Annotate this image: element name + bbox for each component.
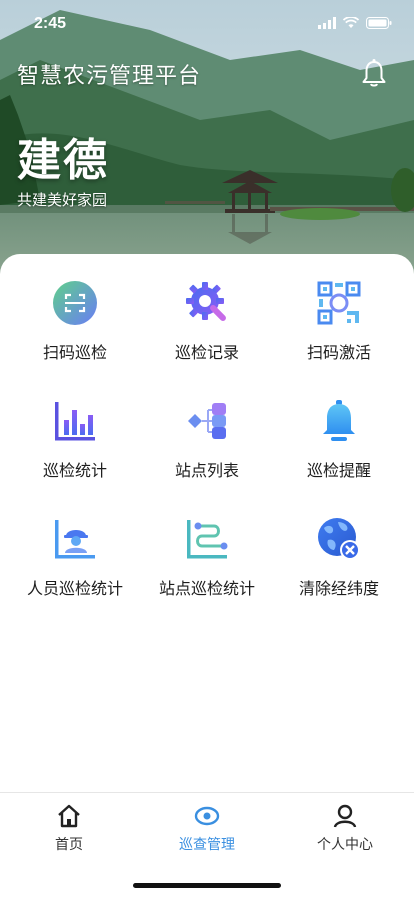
menu-item-inspect-reminder[interactable]: 巡检提醒	[270, 398, 408, 498]
menu-item-label: 巡检提醒	[306, 461, 371, 480]
signal-icon	[318, 17, 336, 29]
tab-profile[interactable]: 个人中心	[276, 793, 414, 863]
battery-icon	[366, 17, 392, 29]
menu-item-site-list[interactable]: 站点列表	[138, 398, 276, 498]
menu-item-clear-coordinates[interactable]: 清除经纬度	[270, 516, 408, 616]
gear-wrench-icon	[186, 282, 226, 321]
eye-icon	[194, 806, 220, 826]
city-name: 建德	[17, 135, 109, 186]
tab-inspection-management[interactable]: 巡查管理	[138, 793, 276, 863]
user-icon	[333, 804, 357, 828]
bar-chart-icon	[55, 402, 95, 441]
qr-code-icon	[317, 281, 361, 325]
menu-item-scan-inspect[interactable]: 扫码巡检	[6, 280, 144, 380]
tab-label: 个人中心	[317, 837, 373, 853]
worker-chart-icon	[55, 520, 95, 559]
notification-bell-icon[interactable]	[361, 58, 387, 88]
flow-list-icon	[188, 403, 226, 439]
menu-item-label: 巡检统计	[42, 461, 107, 480]
menu-item-inspect-records[interactable]: 巡检记录	[138, 280, 276, 380]
globe-clear-icon	[318, 518, 360, 560]
menu-item-scan-activate[interactable]: 扫码激活	[270, 280, 408, 380]
status-icons	[318, 17, 392, 29]
home-icon	[58, 804, 80, 828]
route-chart-icon	[187, 520, 228, 559]
app-title: 智慧农污管理平台	[17, 64, 202, 89]
scan-code-icon	[53, 281, 97, 325]
home-indicator	[133, 883, 281, 888]
status-time: 2:45	[34, 15, 67, 32]
menu-item-label: 巡检记录	[174, 343, 239, 362]
tab-home[interactable]: 首页	[0, 793, 138, 863]
tab-label: 首页	[55, 837, 83, 853]
bell-icon	[323, 400, 355, 441]
status-bar: 2:45	[0, 0, 414, 44]
city-slogan: 共建美好家园	[17, 191, 108, 209]
menu-item-label: 扫码巡检	[42, 343, 107, 362]
menu-item-site-inspect-stats[interactable]: 站点巡检统计	[138, 516, 276, 616]
tab-label: 巡查管理	[179, 837, 235, 853]
menu-item-inspect-stats[interactable]: 巡检统计	[6, 398, 144, 498]
menu-item-staff-inspect-stats[interactable]: 人员巡检统计	[6, 516, 144, 616]
bottom-tab-bar: 首页 巡查管理 个人中心	[0, 792, 414, 897]
menu-item-label: 站点巡检统计	[158, 579, 255, 598]
wifi-icon	[343, 17, 359, 28]
menu-item-label: 扫码激活	[306, 343, 371, 362]
menu-item-label: 站点列表	[174, 461, 239, 480]
menu-item-label: 清除经纬度	[298, 579, 379, 598]
menu-item-label: 人员巡检统计	[26, 579, 123, 598]
